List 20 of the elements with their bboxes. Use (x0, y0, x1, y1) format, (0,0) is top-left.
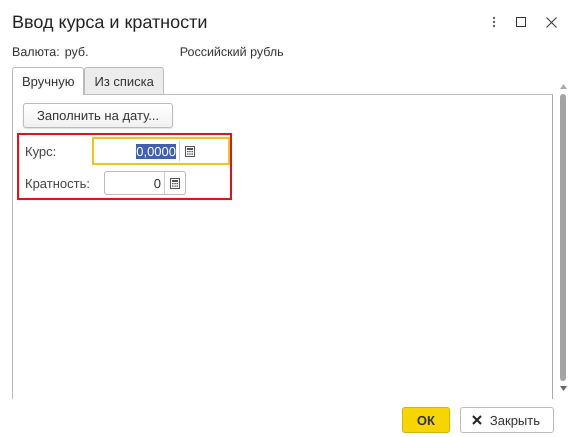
calculator-icon[interactable] (170, 178, 180, 188)
maximize-icon[interactable] (516, 17, 526, 27)
input-field[interactable]: 0 (104, 171, 186, 195)
tab[interactable]: Из списка (84, 67, 164, 94)
tab[interactable]: Вручную (12, 67, 84, 95)
field-label: Кратность: (25, 176, 91, 190)
scroll-down-icon[interactable] (560, 386, 566, 391)
more-icon[interactable] (492, 16, 496, 28)
input-field[interactable]: 0,0000 (92, 137, 230, 165)
close-icon (472, 415, 482, 425)
ok-button[interactable]: ОК (402, 407, 450, 433)
calculator-icon[interactable] (185, 146, 195, 156)
currency-label: Валюта: (12, 45, 60, 59)
fill-by-date-button[interactable]: Заполнить на дату... (23, 103, 174, 128)
window-title: Ввод курса и кратности (12, 12, 208, 32)
close-icon[interactable] (546, 16, 557, 28)
field-label: Курс: (25, 144, 58, 158)
currency-name: Российский рубль (180, 45, 284, 59)
currency-code: руб. (64, 45, 90, 59)
close-button[interactable]: Закрыть (460, 407, 554, 433)
